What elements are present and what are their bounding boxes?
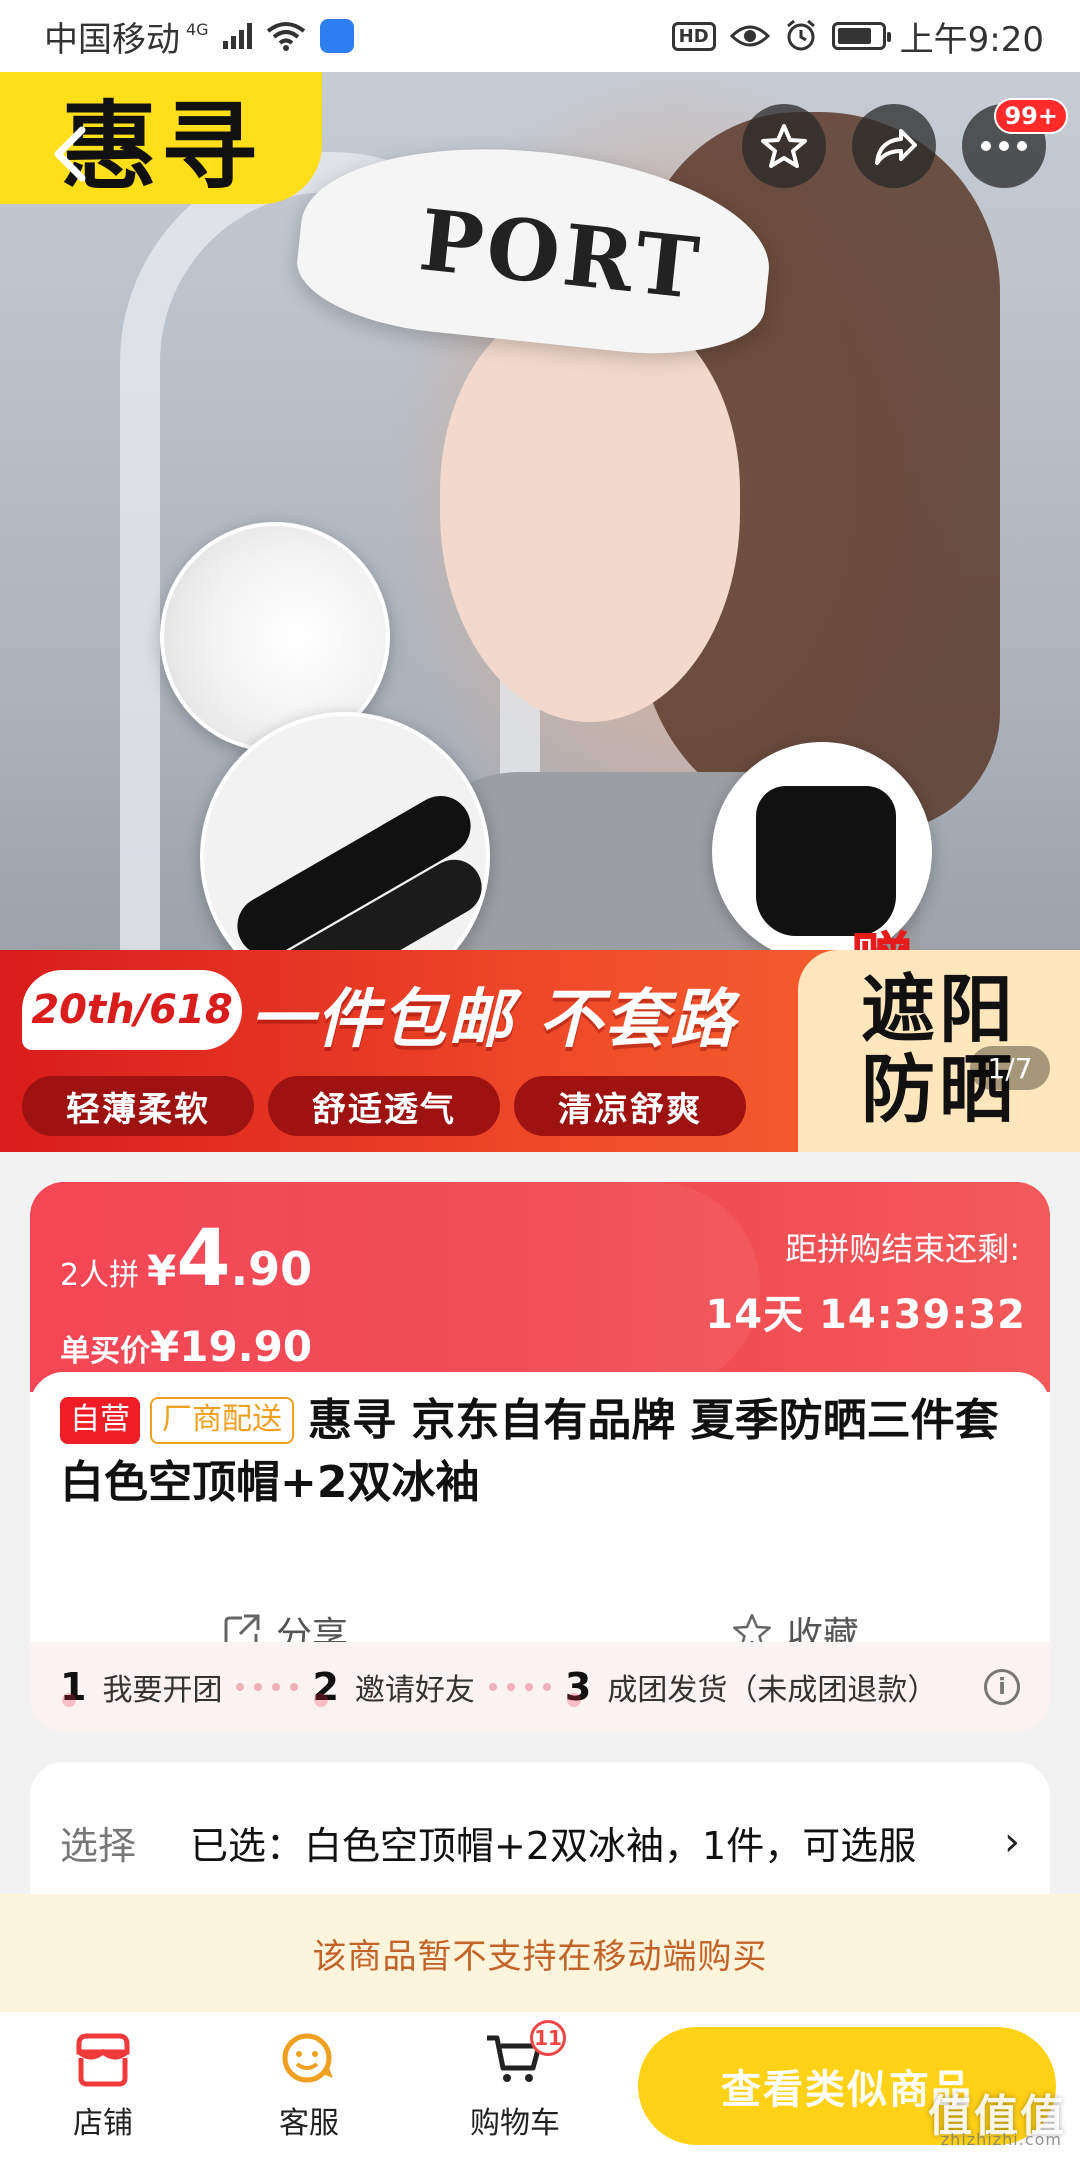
price-band: 2人拼 ¥ 4 .90 单买价 ¥19.90 距拼购结束还剩: 14天 14:3… (30, 1182, 1050, 1392)
favorite-button[interactable] (742, 104, 826, 188)
group-buy-steps: 1 我要开团 2 邀请好友 3 成团发货（未成团退款） i (30, 1642, 1050, 1732)
promo-chip: 轻薄柔软 (22, 1076, 254, 1136)
chevron-left-icon (54, 126, 86, 182)
image-page-indicator: 1/7 (970, 1046, 1050, 1090)
watermark-url: zhizhizhi.com (940, 2130, 1062, 2149)
self-operated-tag: 自营 (60, 1397, 140, 1444)
shop-button[interactable]: 店铺 (0, 2030, 206, 2142)
info-icon[interactable]: i (984, 1669, 1020, 1705)
promo-feature-chips: 轻薄柔软 舒适透气 清凉舒爽 (22, 1076, 746, 1136)
group-buy-label: 2人拼 (60, 1258, 140, 1293)
clock-time: 上午9:20 (899, 19, 1044, 60)
promo-banner: 20th/618 一件包邮 不套路 轻薄柔软 舒适透气 清凉舒爽 遮阳 防晒 (0, 950, 1080, 1152)
status-bar: 中国移动 4G HD 上午9:20 (0, 0, 1080, 72)
select-label: 选择 (60, 1823, 137, 1868)
step-label: 成团发货（未成团退款） (607, 1673, 938, 1708)
vendor-shipping-tag: 厂商配送 (150, 1397, 294, 1444)
step-number: 1 (60, 1665, 87, 1709)
shop-label: 店铺 (73, 2106, 133, 2141)
price-decimal: .90 (230, 1242, 313, 1296)
cart-count-badge: 11 (530, 2020, 566, 2056)
step-connector (232, 1683, 302, 1691)
promo-chip: 舒适透气 (268, 1076, 500, 1136)
cap-text: PORT (414, 190, 707, 319)
wifi-icon (266, 22, 305, 51)
countdown-label: 距拼购结束还剩: (785, 1230, 1020, 1268)
share-button[interactable] (852, 104, 936, 188)
selected-spec: 已选：白色空顶帽+2双冰袖，1件，可选服 (190, 1823, 917, 1868)
cart-label: 购物车 (470, 2106, 560, 2141)
step-number: 3 (564, 1665, 592, 1709)
step-label: 我要开团 (102, 1673, 223, 1708)
model-face (440, 302, 740, 722)
group-price: 2人拼 ¥ 4 .90 (60, 1220, 312, 1298)
price-integer: 4 (176, 1214, 231, 1304)
product-info-card: 2人拼 ¥ 4 .90 单买价 ¥19.90 距拼购结束还剩: 14天 14:3… (30, 1182, 1050, 1702)
battery-icon (831, 22, 891, 50)
eye-icon (729, 25, 770, 47)
chevron-right-icon: › (1004, 1819, 1020, 1865)
top-action-group: 99+ (742, 98, 1068, 188)
promo-side-line1: 遮阳 (861, 967, 1017, 1054)
countdown-timer: 14天 14:39:32 (705, 1292, 1026, 1338)
step-connector (485, 1683, 555, 1691)
share-arrow-icon (875, 129, 917, 165)
more-menu-button[interactable]: 99+ (962, 98, 1068, 188)
currency-symbol: ¥ (147, 1246, 177, 1295)
hd-badge: HD (671, 21, 716, 51)
customer-service-icon (282, 2033, 333, 2083)
more-dots-icon (981, 141, 1027, 151)
cart-button[interactable]: 11 购物车 (412, 2020, 618, 2142)
promo-chip: 清凉舒爽 (514, 1076, 746, 1136)
security-shield-icon (319, 19, 354, 53)
customer-service-label: 客服 (279, 2106, 339, 2141)
promo-event-badge: 20th/618 (22, 970, 242, 1050)
message-badge: 99+ (994, 98, 1068, 134)
store-icon (76, 2033, 130, 2087)
purchase-unavailable-notice: 该商品暂不支持在移动端购买 (0, 1894, 1080, 2012)
single-price: 单买价 ¥19.90 (60, 1322, 312, 1371)
alarm-icon (786, 19, 815, 51)
customer-service-button[interactable]: 客服 (206, 2030, 412, 2142)
carrier-label: 中国移动 (44, 19, 180, 60)
signal-icon (222, 23, 252, 49)
single-price-value: ¥19.90 (150, 1322, 313, 1371)
step-label: 邀请好友 (354, 1673, 475, 1708)
step-number: 2 (312, 1665, 339, 1709)
back-button[interactable] (28, 112, 112, 196)
star-icon (761, 124, 807, 168)
promo-slogan: 一件包邮 不套路 (250, 983, 737, 1057)
network-type: 4G (186, 19, 209, 39)
product-title: 自营 厂商配送 惠寻 京东自有品牌 夏季防晒三件套 白色空顶帽+2双冰袖 (60, 1390, 1030, 1515)
single-price-label: 单买价 (60, 1334, 150, 1369)
bottom-action-bar: 店铺 客服 11 购物车 查看类似商品 (0, 2012, 1080, 2160)
